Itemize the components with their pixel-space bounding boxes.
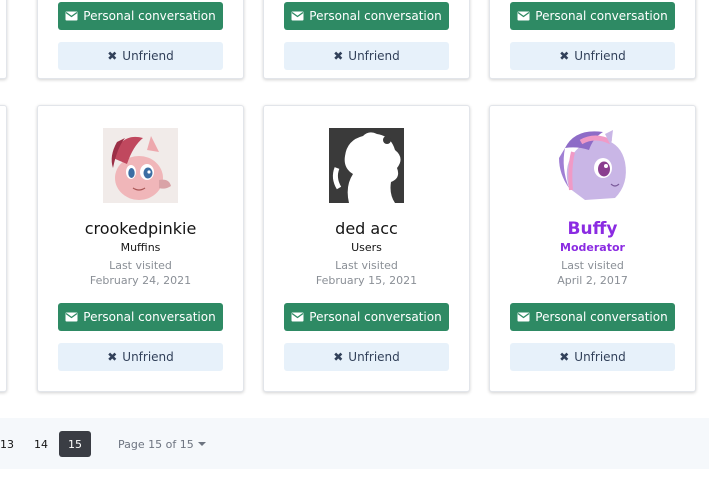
member-card: Personal conversation ✖ Unfriend [37, 0, 244, 79]
unfriend-label: Unfriend [574, 49, 626, 63]
personal-conversation-label: Personal conversation [535, 310, 668, 324]
close-icon: ✖ [333, 49, 344, 63]
unfriend-label: Unfriend [122, 350, 174, 364]
silhouette-avatar[interactable] [329, 128, 404, 203]
member-card: Personal conversation ✖ Unfriend [489, 0, 696, 79]
user-title: Muffins [120, 241, 161, 254]
member-card: crookedpinkie Muffins Last visited Febru… [37, 105, 244, 392]
last-visited-label: Last visited [109, 259, 172, 272]
envelope-icon [517, 11, 530, 21]
last-visited-date: February 15, 2021 [315, 274, 418, 287]
page-link-13[interactable]: 13 [0, 431, 18, 457]
unfriend-label: Unfriend [122, 49, 174, 63]
envelope-icon [291, 312, 304, 322]
unfriend-button[interactable]: ✖ Unfriend [58, 343, 223, 371]
unfriend-button[interactable]: ✖ Unfriend [510, 343, 675, 371]
close-icon: ✖ [333, 350, 344, 364]
username[interactable]: ded acc [264, 219, 469, 238]
member-card-partial [0, 105, 7, 392]
username[interactable]: Buffy [490, 219, 695, 239]
last-visited-date: February 24, 2021 [89, 274, 192, 287]
pagination-bar [0, 418, 709, 469]
user-title: Users [351, 241, 382, 254]
personal-conversation-button[interactable]: Personal conversation [284, 303, 449, 331]
unfriend-button[interactable]: ✖ Unfriend [510, 42, 675, 70]
page-jump-menu[interactable]: Page 15 of 15 [118, 431, 206, 457]
member-card: ded acc Users Last visited February 15, … [263, 105, 470, 392]
chevron-down-icon [197, 442, 206, 446]
user-title: Moderator [560, 241, 625, 254]
unfriend-button[interactable]: ✖ Unfriend [58, 42, 223, 70]
personal-conversation-button[interactable]: Personal conversation [58, 303, 223, 331]
pony-lilac-avatar[interactable] [555, 128, 630, 203]
unfriend-button[interactable]: ✖ Unfriend [284, 42, 449, 70]
personal-conversation-button[interactable]: Personal conversation [284, 2, 449, 30]
unfriend-button[interactable]: ✖ Unfriend [284, 343, 449, 371]
last-visited-label: Last visited [561, 259, 624, 272]
member-card: Personal conversation ✖ Unfriend [263, 0, 470, 79]
page-jump-label: Page 15 of 15 [118, 437, 194, 451]
avatar-image [329, 128, 404, 203]
personal-conversation-label: Personal conversation [309, 310, 442, 324]
page-current[interactable]: 15 [59, 431, 91, 457]
personal-conversation-label: Personal conversation [309, 9, 442, 23]
last-visited-label: Last visited [335, 259, 398, 272]
member-card-partial [0, 0, 7, 79]
personal-conversation-label: Personal conversation [83, 9, 216, 23]
envelope-icon [517, 312, 530, 322]
close-icon: ✖ [559, 350, 570, 364]
personal-conversation-label: Personal conversation [535, 9, 668, 23]
personal-conversation-button[interactable]: Personal conversation [510, 303, 675, 331]
close-icon: ✖ [107, 350, 118, 364]
unfriend-label: Unfriend [348, 49, 400, 63]
members-page: Personal conversation ✖ Unfriend Persona… [0, 0, 709, 479]
unfriend-label: Unfriend [348, 350, 400, 364]
personal-conversation-label: Personal conversation [83, 310, 216, 324]
close-icon: ✖ [107, 49, 118, 63]
avatar-image [555, 128, 630, 203]
envelope-icon [65, 312, 78, 322]
username[interactable]: crookedpinkie [38, 219, 243, 238]
pony-pink-avatar[interactable] [103, 128, 178, 203]
avatar-image [103, 128, 178, 203]
close-icon: ✖ [559, 49, 570, 63]
last-visited-date: April 2, 2017 [557, 274, 628, 287]
personal-conversation-button[interactable]: Personal conversation [58, 2, 223, 30]
envelope-icon [291, 11, 304, 21]
envelope-icon [65, 11, 78, 21]
personal-conversation-button[interactable]: Personal conversation [510, 2, 675, 30]
member-card: Buffy Moderator Last visited April 2, 20… [489, 105, 696, 392]
page-link-14[interactable]: 14 [27, 431, 55, 457]
unfriend-label: Unfriend [574, 350, 626, 364]
